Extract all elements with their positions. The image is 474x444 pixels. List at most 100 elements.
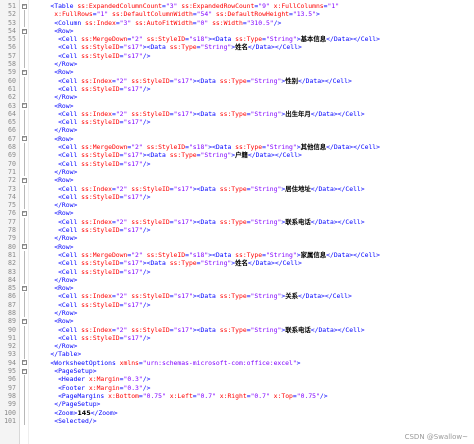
code-line[interactable]: </Row>: [35, 168, 474, 176]
fold-toggle-icon[interactable]: −: [20, 317, 28, 325]
code-line[interactable]: <Cell ss:StyleID="s17"/>: [35, 193, 474, 201]
minus-icon: −: [21, 367, 27, 374]
code-line[interactable]: <Cell ss:Index="2" ss:StyleID="s17"><Dat…: [35, 292, 474, 300]
code-line[interactable]: </Row>: [35, 201, 474, 209]
xml-value-token: "s17": [123, 300, 143, 309]
code-line[interactable]: <Row>: [35, 135, 474, 143]
code-line[interactable]: <Row>: [35, 27, 474, 35]
code-line[interactable]: <Cell ss:StyleID="s17"/>: [35, 301, 474, 309]
xml-value-token: "54": [196, 10, 213, 19]
xml-attribute-token: ss:MergeDown: [81, 143, 128, 152]
code-line[interactable]: </Row>: [35, 276, 474, 284]
code-line[interactable]: <Cell ss:StyleID="s17"/>: [35, 334, 474, 342]
xml-tag-token: <Cell: [35, 143, 82, 152]
code-line[interactable]: <PageMargins x:Bottom="0.75" x:Left="0.7…: [35, 392, 474, 400]
xml-text-token: 家属信息: [300, 250, 327, 259]
code-line[interactable]: <Cell ss:StyleID="s17"/>: [35, 160, 474, 168]
code-line[interactable]: <WorksheetOptions xmlns="urn:schemas-mic…: [35, 359, 474, 367]
fold-toggle-icon[interactable]: −: [20, 284, 28, 292]
code-line[interactable]: <Cell ss:StyleID="s17"/>: [35, 226, 474, 234]
code-line[interactable]: x:FullRows="1" ss:DefaultColumnWidth="54…: [35, 10, 474, 18]
code-line[interactable]: <Cell ss:Index="2" ss:StyleID="s17"><Dat…: [35, 77, 474, 85]
xml-tag-token: [35, 10, 54, 18]
code-line[interactable]: </PageSetup>: [35, 400, 474, 408]
code-line[interactable]: </Row>: [35, 60, 474, 68]
fold-toggle-icon[interactable]: −: [20, 27, 28, 35]
fold-toggle-icon[interactable]: −: [20, 243, 28, 251]
fold-toggle-icon[interactable]: −: [20, 176, 28, 184]
xml-tag-token: <PageSetup>: [35, 367, 97, 376]
code-line[interactable]: <Zoom>145</Zoom>: [35, 409, 474, 417]
code-line[interactable]: <Row>: [35, 68, 474, 76]
xml-tag-token: ><Data: [208, 35, 236, 44]
xml-editor[interactable]: 51 52 53 54 55 56 57 58 59 60 61 62 63 64 65 66 67 68 69 70…: [0, 0, 474, 444]
code-line[interactable]: <Cell ss:Index="2" ss:StyleID="s17"><Dat…: [35, 326, 474, 334]
code-line[interactable]: <Cell ss:Index="2" ss:StyleID="s17"><Dat…: [35, 110, 474, 118]
line-number: 59: [8, 68, 16, 77]
xml-attribute-token: ss:DefaultRowHeight: [215, 10, 290, 19]
xml-attribute-token: x:Bottom: [108, 391, 139, 400]
code-line[interactable]: <Cell ss:MergeDown="2" ss:StyleID="s18">…: [35, 251, 474, 259]
code-area[interactable]: <Table ss:ExpandedColumnCount="3" ss:Exp…: [29, 0, 474, 444]
fold-toggle-icon[interactable]: −: [20, 2, 28, 10]
code-line[interactable]: <Row>: [35, 317, 474, 325]
xml-attribute-token: ss:Type: [219, 109, 247, 118]
code-line[interactable]: <Cell ss:StyleID="s17"/>: [35, 268, 474, 276]
code-line[interactable]: </Row>: [35, 342, 474, 350]
code-line[interactable]: <Row>: [35, 102, 474, 110]
line-number: 83: [8, 267, 16, 276]
code-line[interactable]: <Cell ss:StyleID="s17"/>: [35, 52, 474, 60]
xml-value-token: "s17": [173, 325, 193, 334]
minus-icon: −: [21, 102, 27, 109]
xml-attribute-token: ss:Type: [219, 217, 247, 226]
code-line[interactable]: <Cell ss:Index="2" ss:StyleID="s17"><Dat…: [35, 218, 474, 226]
code-line[interactable]: <Cell ss:Index="2" ss:StyleID="s17"><Dat…: [35, 185, 474, 193]
code-line[interactable]: <Footer x:Margin="0.3"/>: [35, 384, 474, 392]
xml-tag-token: <Row>: [35, 284, 74, 293]
code-line[interactable]: </Row>: [35, 93, 474, 101]
code-line[interactable]: <PageSetup>: [35, 367, 474, 375]
xml-attribute-token: ss:StyleID: [131, 217, 170, 226]
xml-tag-token: />: [142, 383, 151, 392]
fold-toggle-icon[interactable]: −: [20, 135, 28, 143]
fold-guide-line: [20, 300, 28, 309]
code-line[interactable]: </Table>: [35, 350, 474, 358]
fold-toggle-icon[interactable]: −: [20, 102, 28, 110]
code-line[interactable]: <Cell ss:StyleID="s17"/>: [35, 85, 474, 93]
code-line[interactable]: <Column ss:Index="3" ss:AutoFitWidth="0"…: [35, 19, 474, 27]
xml-value-token: "String": [200, 43, 232, 52]
code-line[interactable]: <Cell ss:StyleID="s17"><Data ss:Type="St…: [35, 151, 474, 159]
fold-guide-line: [20, 217, 28, 227]
code-line[interactable]: <Table ss:ExpandedColumnCount="3" ss:Exp…: [35, 2, 474, 10]
code-line[interactable]: </Row>: [35, 234, 474, 242]
line-number: 98: [8, 391, 16, 400]
code-line[interactable]: <Cell ss:StyleID="s17"><Data ss:Type="St…: [35, 43, 474, 51]
line-number: 84: [8, 275, 16, 284]
code-line[interactable]: <Cell ss:StyleID="s17"><Data ss:Type="St…: [35, 259, 474, 267]
line-number: 55: [8, 35, 16, 44]
xml-tag-token: />: [142, 333, 151, 342]
code-line[interactable]: <Row>: [35, 209, 474, 217]
fold-guide-line: [20, 43, 28, 52]
fold-toggle-icon[interactable]: −: [20, 367, 28, 375]
code-line[interactable]: <Row>: [35, 176, 474, 184]
line-number: 68: [8, 143, 16, 152]
xml-text-token: 联系电话: [285, 325, 311, 334]
fold-toggle-icon[interactable]: −: [20, 209, 28, 217]
fold-toggle-icon[interactable]: −: [20, 68, 28, 76]
code-line[interactable]: </Row>: [35, 126, 474, 134]
xml-value-token: "String": [200, 151, 232, 160]
code-line[interactable]: <Cell ss:StyleID="s17"/>: [35, 118, 474, 126]
fold-toggle-icon[interactable]: −: [20, 359, 28, 367]
line-number: 78: [8, 226, 16, 235]
xml-attribute-token: ss:AutoFitWidth: [135, 18, 193, 27]
fold-guide-line: [20, 118, 28, 127]
code-line[interactable]: </Row>: [35, 309, 474, 317]
fold-guide-line: [20, 126, 28, 135]
fold-guide-line: [20, 333, 28, 343]
xml-attribute-token: ss:Index: [81, 292, 112, 301]
code-line[interactable]: <Header x:Margin="0.3"/>: [35, 375, 474, 383]
code-line[interactable]: <Selected/>: [35, 417, 474, 425]
code-line[interactable]: <Row>: [35, 243, 474, 251]
xml-tag-token: </Row>: [35, 308, 78, 317]
